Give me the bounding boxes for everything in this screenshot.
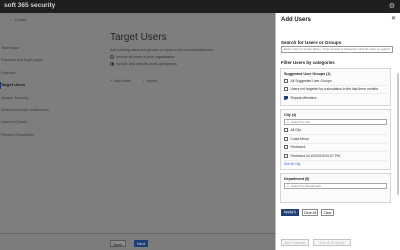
checkbox-icon[interactable] (284, 87, 288, 92)
department-filter-title: Department (5) (284, 176, 310, 181)
breadcrumb: … › Create (0, 17, 27, 22)
search-section-title: Search for Users or Groups (281, 40, 342, 45)
step-target-users[interactable]: Target Users (0, 79, 60, 91)
clear-button[interactable]: Clear (321, 209, 334, 216)
see-all-city-link[interactable]: See All City (284, 161, 387, 167)
add-users-button[interactable]: Add 0 Users(s) (281, 239, 309, 246)
breadcrumb-current: Create (14, 17, 27, 22)
next-button[interactable]: Next (134, 240, 148, 247)
search-icon: ⌕ (287, 184, 290, 188)
city-search-input[interactable]: ⌕ Search by City (284, 119, 387, 125)
search-users-input[interactable] (281, 46, 393, 53)
panel-scrollbar[interactable] (397, 73, 399, 195)
radio-label: Include only specific users and groups (116, 61, 177, 66)
add-users-button[interactable]: + Add Users (110, 79, 131, 83)
page-title: Target Users (110, 32, 167, 43)
wizard-steps: Technique Payload and login page Payload… (0, 42, 60, 141)
radio-label: Include all users in your organization (116, 55, 175, 59)
checkbox-icon[interactable] (284, 128, 288, 133)
filter-section-title: Filter Users by categories (281, 60, 335, 65)
filter-actions: Apply(1) Clear All Clear (281, 209, 334, 216)
import-button[interactable]: ↑ Import (143, 79, 157, 83)
checkbox-icon[interactable] (284, 136, 288, 141)
department-filter-box: Department (5) ⌕ Search by Department (280, 172, 391, 203)
apply-button[interactable]: Apply(1) (281, 209, 299, 216)
list-item[interactable]: Redmond Xu102933 8:00:57 PM (284, 152, 387, 161)
wizard-footer: Back Next (0, 233, 275, 250)
list-item[interactable]: Users not targeted by a simulation in th… (284, 86, 387, 94)
step-payload-and-login-page[interactable]: Payload and login page (0, 54, 60, 66)
step-payload[interactable]: Payload (0, 67, 60, 79)
checkbox-icon[interactable] (284, 78, 288, 83)
app-title: soft 365 security (4, 2, 56, 9)
add-all-users-button[interactable]: Add all 28 user(s) (313, 239, 351, 246)
radio-all-users[interactable]: Include all users in your organization (110, 55, 270, 59)
step-assign-training[interactable]: Assign Training (0, 92, 60, 104)
close-icon[interactable]: ✕ (391, 15, 396, 22)
filter-scroll-area[interactable]: Suggested User Groups (1) All Suggested … (280, 68, 395, 215)
search-icon: ⌕ (287, 120, 290, 124)
page-description: Add existing users and groups or import … (110, 48, 215, 52)
city-filter-box: City (4) ⌕ Search by City All City Costa… (280, 108, 391, 170)
back-button[interactable]: Back (110, 240, 126, 247)
department-search-input[interactable]: ⌕ Search by Department (284, 183, 387, 189)
list-item[interactable]: Redmond (284, 144, 387, 152)
panel-footer: Add 0 Users(s) Add all 28 user(s) (281, 239, 351, 246)
list-item[interactable]: Repeat offenders (284, 94, 387, 103)
radio-circle-icon[interactable] (110, 55, 114, 59)
panel-title: Add Users (281, 17, 312, 23)
radio-specific-users[interactable]: Include only specific users and groups (110, 61, 270, 66)
step-review-simulation[interactable]: Review Simulation (0, 129, 60, 141)
step-end-user-notification[interactable]: Select end user notification (0, 104, 60, 116)
checkbox-checked-icon[interactable] (284, 96, 288, 101)
checkbox-icon[interactable] (284, 153, 288, 158)
step-launch-details[interactable]: Launch Details (0, 116, 60, 128)
add-users-panel: ✕ Add Users Search for Users or Groups F… (275, 13, 400, 250)
checkbox-icon[interactable] (284, 145, 288, 150)
step-technique[interactable]: Technique (0, 42, 60, 54)
clear-all-button[interactable]: Clear All (302, 209, 318, 216)
breadcrumb-ellipsis[interactable]: … (0, 17, 4, 22)
plus-icon: + (110, 78, 113, 83)
list-item[interactable]: All Suggested User Groups (284, 77, 387, 86)
target-actions: + Add Users ↑ Import (110, 79, 270, 83)
list-item[interactable]: Costa Mesa (284, 135, 387, 144)
upload-icon: ↑ (142, 78, 145, 83)
list-item[interactable]: All City (284, 127, 387, 135)
top-bar: soft 365 security ⚙ (0, 0, 400, 13)
breadcrumb-separator-icon: › (10, 17, 12, 22)
target-users-section: Target Users Add existing users and grou… (110, 32, 270, 83)
radio-selected-icon[interactable] (110, 61, 114, 66)
suggested-groups-box: Suggested User Groups (1) All Suggested … (280, 68, 391, 106)
gear-icon[interactable]: ⚙ (389, 2, 395, 11)
city-filter-title: City (4) (284, 112, 297, 117)
